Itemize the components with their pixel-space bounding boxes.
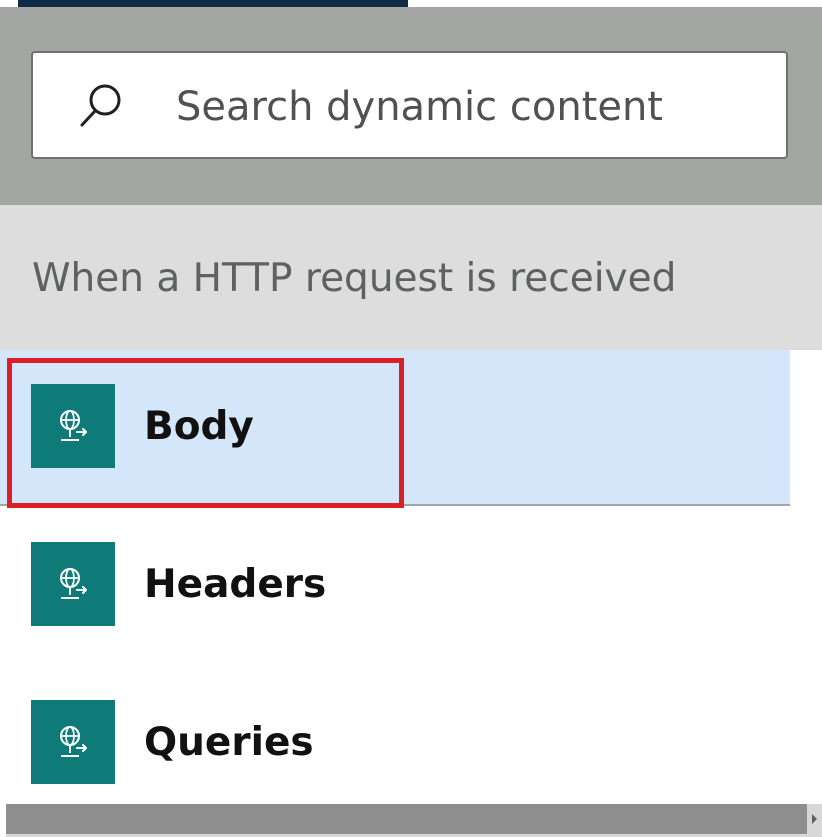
http-globe-icon xyxy=(31,384,115,468)
horizontal-scrollbar-thumb[interactable] xyxy=(6,804,807,834)
trigger-title: When a HTTP request is received xyxy=(32,256,677,301)
list-item-headers[interactable]: Headers xyxy=(0,508,790,664)
search-box[interactable] xyxy=(31,51,788,159)
list-item-body[interactable]: Body xyxy=(0,350,790,506)
search-icon xyxy=(80,84,121,127)
list-item-queries[interactable]: Queries xyxy=(0,666,790,822)
trigger-group-header: When a HTTP request is received xyxy=(0,205,822,350)
dynamic-content-search-panel xyxy=(0,7,822,205)
list-item-label-body: Body xyxy=(144,404,254,449)
scroll-right-icon[interactable] xyxy=(812,814,817,824)
active-tab-indicator xyxy=(18,0,408,7)
list-item-label-queries: Queries xyxy=(144,720,314,765)
dynamic-content-list: Body Headers Queries xyxy=(0,350,822,802)
http-globe-icon xyxy=(31,700,115,784)
http-globe-icon xyxy=(31,542,115,626)
list-item-label-headers: Headers xyxy=(144,562,327,607)
horizontal-scrollbar[interactable] xyxy=(6,804,822,837)
search-dynamic-content-input[interactable] xyxy=(176,79,766,135)
